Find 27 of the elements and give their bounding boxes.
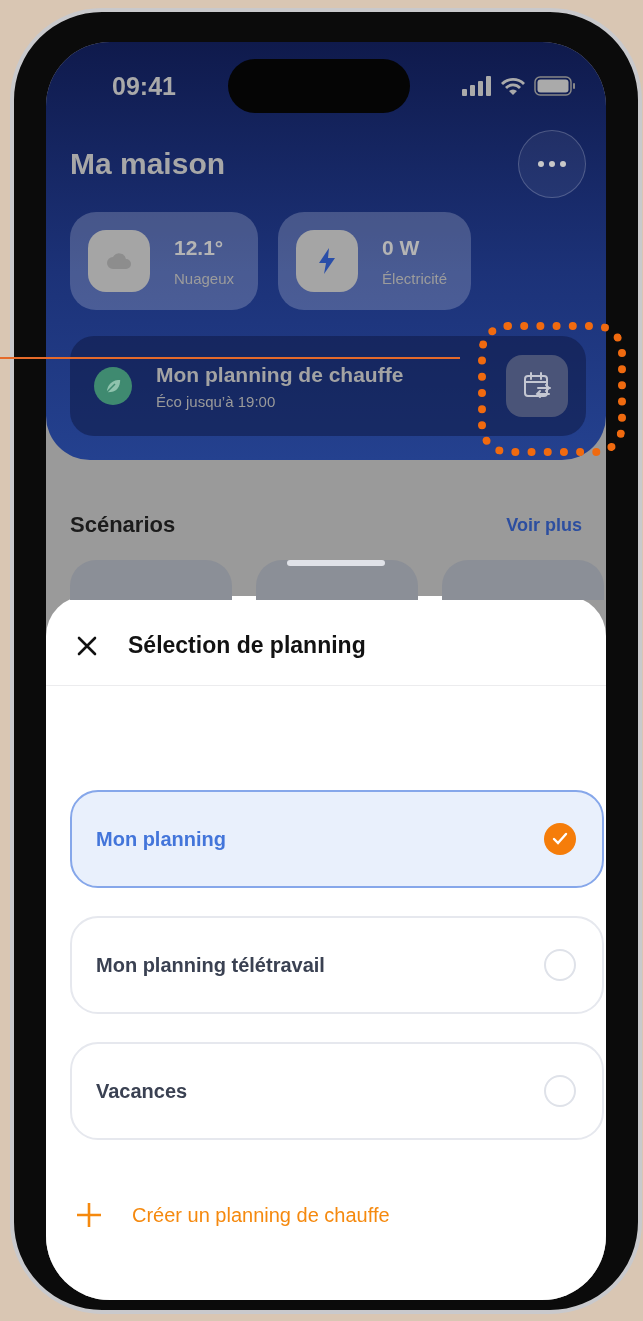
planning-option[interactable]: Vacances [70,1042,604,1140]
sheet-handle[interactable] [287,560,385,566]
signal-icon [462,76,492,96]
check-icon [544,823,576,855]
calendar-swap-button[interactable] [506,355,568,417]
planning-option[interactable]: Mon planning [70,790,604,888]
leaf-icon [94,367,132,405]
plus-icon [76,1202,102,1228]
planning-title: Mon planning de chauffe [156,362,404,387]
planning-option[interactable]: Mon planning télétravail [70,916,604,1014]
stat-value: 12.1° [174,235,225,260]
status-time: 09:41 [112,71,176,101]
battery-icon [534,76,576,96]
page-title: Ma maison [70,147,226,181]
stat-label: Nuageux [174,269,235,287]
create-planning-link[interactable]: Créer un planning de chauffe [46,1140,606,1228]
see-more-link[interactable]: Voir plus [506,514,582,536]
section-title: Scénarios [70,512,176,538]
lightning-icon [318,248,337,274]
stat-value: 0 W [382,235,421,260]
wifi-icon [500,76,526,96]
sheet-title: Sélection de planning [128,632,366,659]
stat-label: Électricité [382,269,448,287]
cloud-icon [106,252,132,270]
planning-subtitle: Éco jusqu’à 19:00 [156,392,276,410]
radio-circle [544,1075,576,1107]
radio-circle [544,949,576,981]
